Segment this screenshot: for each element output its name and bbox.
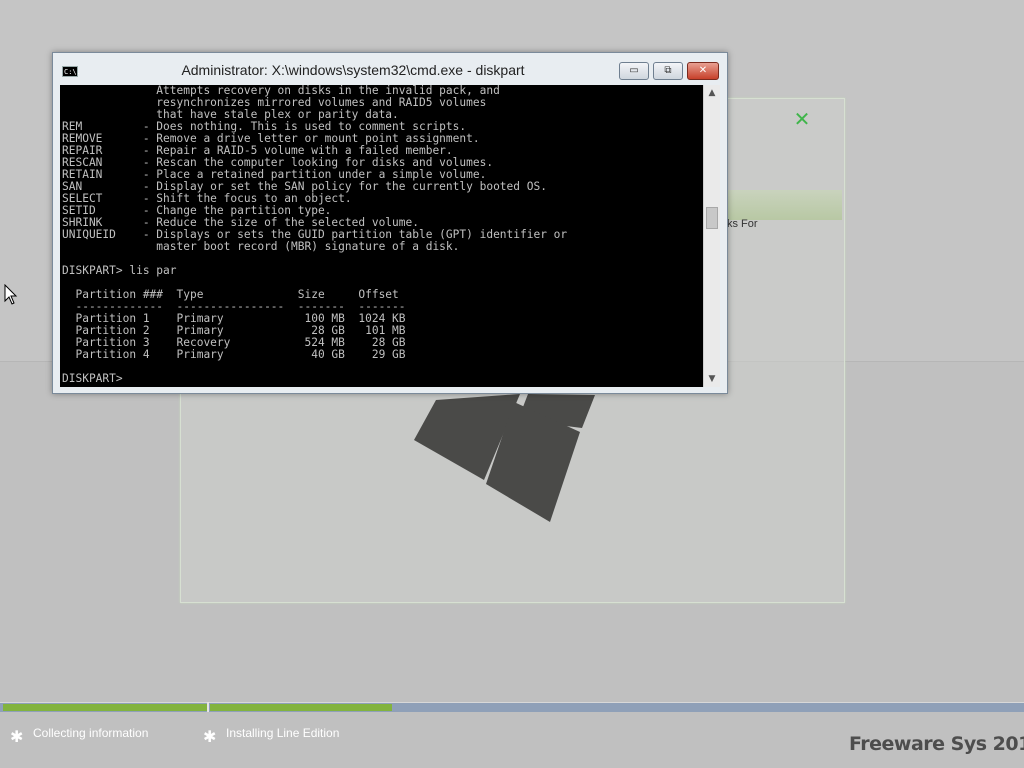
scroll-up-arrow-icon[interactable]: ▲ bbox=[704, 85, 720, 101]
setup-dialog-header-strip bbox=[727, 190, 842, 220]
watermark-text: Freeware Sys 2014 bbox=[849, 733, 1024, 755]
cmd-titlebar[interactable]: C:\. Administrator: X:\windows\system32\… bbox=[53, 53, 727, 86]
minimize-button[interactable]: ▭ bbox=[619, 62, 649, 80]
console-scrollbar[interactable]: ▲ ▼ bbox=[703, 85, 720, 387]
progress-separator bbox=[207, 702, 209, 712]
cmd-window[interactable]: C:\. Administrator: X:\windows\system32\… bbox=[52, 52, 728, 394]
progress-fill-installing bbox=[210, 704, 392, 711]
progress-fill-collecting bbox=[3, 704, 207, 711]
step-asterisk-icon: ✱ bbox=[10, 729, 24, 746]
step-label: Installing Line Edition bbox=[226, 726, 340, 740]
mouse-cursor-icon bbox=[4, 284, 18, 305]
scroll-down-arrow-icon[interactable]: ▼ bbox=[704, 371, 720, 387]
console-area[interactable]: Attempts recovery on disks in the invali… bbox=[60, 85, 720, 387]
setup-close-icon[interactable]: ✕ bbox=[792, 108, 812, 130]
setup-dialog-partial-text: ks For bbox=[727, 218, 758, 230]
step-asterisk-icon: ✱ bbox=[203, 729, 217, 746]
console-output[interactable]: Attempts recovery on disks in the invali… bbox=[62, 85, 567, 385]
close-button[interactable]: ✕ bbox=[687, 62, 719, 80]
cmd-window-title: Administrator: X:\windows\system32\cmd.e… bbox=[181, 62, 525, 78]
maximize-button[interactable]: ⧉ bbox=[653, 62, 683, 80]
scrollbar-thumb[interactable] bbox=[706, 207, 718, 229]
step-label: Collecting information bbox=[33, 726, 149, 740]
